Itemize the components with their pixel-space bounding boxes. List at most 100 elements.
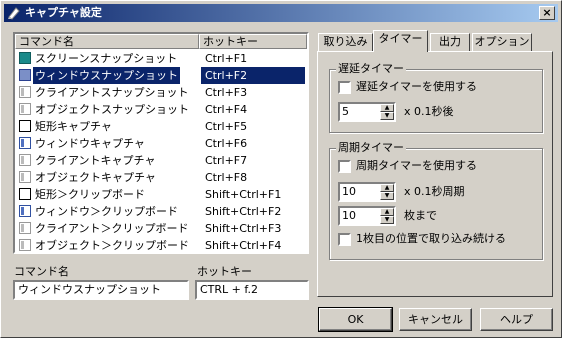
periodic-timer-checkbox-label: 周期タイマーを使用する xyxy=(356,159,477,172)
list-item-hotkey: Shift+Ctrl+F3 xyxy=(205,222,282,235)
spin-up-icon[interactable]: ▲ xyxy=(380,184,394,192)
spin-down-icon[interactable]: ▼ xyxy=(380,112,394,120)
delay-timer-group: 遅延タイマー 遅延タイマーを使用する 5 ▲ ▼ x 0.1秒後 xyxy=(329,62,543,133)
list-item-command-cell: ウィンドウ＞クリップボード xyxy=(17,203,199,220)
capture-settings-dialog: キャプチャ設定 × コマンド名 ホットキー スクリーンスナップショット Ctrl+… xyxy=(0,0,562,338)
close-icon: × xyxy=(542,6,552,19)
list-item[interactable]: クライアントスナップショット Ctrl+F3 xyxy=(15,84,307,101)
list-item-command-cell: ウィンドウスナップショット xyxy=(17,66,199,85)
hotkey-label: ホットキー xyxy=(197,265,252,278)
list-item-command-cell: ウィンドウキャプチャ xyxy=(17,135,199,152)
list-item[interactable]: 矩形＞クリップボード Shift+Ctrl+F1 xyxy=(15,186,307,203)
timer-panel: 遅延タイマー 遅延タイマーを使用する 5 ▲ ▼ x 0.1秒後 周期タイマー … xyxy=(317,51,553,297)
list-item[interactable]: オブジェクトキャプチャ Ctrl+F8 xyxy=(15,169,307,186)
list-item-command-cell: クライアント＞クリップボード xyxy=(17,220,199,237)
command-list[interactable]: コマンド名 ホットキー スクリーンスナップショット Ctrl+F1 ウィンドウスナッ… xyxy=(13,32,309,254)
count-value-spinner[interactable]: 10 ▲ ▼ xyxy=(338,206,396,226)
delay-timer-checkbox[interactable] xyxy=(338,81,351,94)
list-item[interactable]: ウィンドウスナップショット Ctrl+F2 xyxy=(15,66,307,85)
delay-unit-label: x 0.1秒後 xyxy=(404,105,454,118)
list-item-hotkey-cell: Shift+Ctrl+F1 xyxy=(201,186,305,203)
spin-up-icon[interactable]: ▲ xyxy=(380,104,394,112)
list-item-hotkey-cell: Ctrl+F8 xyxy=(201,169,305,186)
delay-timer-title: 遅延タイマー xyxy=(336,62,406,76)
list-item-hotkey: Shift+Ctrl+F2 xyxy=(205,205,282,218)
close-button[interactable]: × xyxy=(539,6,555,20)
period-value: 10 xyxy=(342,185,356,198)
list-item-command-name: 矩形キャプチャ xyxy=(35,120,112,133)
spin-down-icon[interactable]: ▼ xyxy=(380,216,394,224)
list-item[interactable]: ウィンドウ＞クリップボード Shift+Ctrl+F2 xyxy=(15,203,307,220)
tab-options[interactable]: オプション xyxy=(472,33,532,51)
screen-icon xyxy=(19,52,31,64)
tab-output[interactable]: 出力 xyxy=(430,33,470,51)
list-item[interactable]: オブジェクトスナップショット Ctrl+F4 xyxy=(15,101,307,118)
list-item-command-cell: クライアントキャプチャ xyxy=(17,152,199,169)
list-item-hotkey: Ctrl+F2 xyxy=(205,69,248,82)
list-item-hotkey: Shift+Ctrl+F1 xyxy=(205,188,282,201)
list-item-hotkey-cell: Shift+Ctrl+F2 xyxy=(201,203,305,220)
list-item-hotkey-cell: Ctrl+F1 xyxy=(201,50,305,67)
rect-icon xyxy=(19,120,31,132)
column-header-hotkey[interactable]: ホットキー xyxy=(199,34,307,49)
count-value: 10 xyxy=(342,209,356,222)
list-item-hotkey: Ctrl+F8 xyxy=(205,171,248,184)
delay-timer-checkbox-label: 遅延タイマーを使用する xyxy=(356,80,477,93)
list-item-command-name: ウィンドウキャプチャ xyxy=(35,137,145,150)
list-item-command-cell: 矩形キャプチャ xyxy=(17,118,199,135)
tab-timer[interactable]: タイマー xyxy=(373,30,428,52)
client-icon xyxy=(19,86,31,98)
same-position-checkbox-label: 1枚目の位置で取り込み続ける xyxy=(356,232,506,245)
count-unit-label: 枚まで xyxy=(404,209,437,222)
column-header-command[interactable]: コマンド名 xyxy=(15,34,199,49)
command-name-label: コマンド名 xyxy=(14,265,69,278)
period-value-spinner[interactable]: 10 ▲ ▼ xyxy=(338,182,396,202)
list-item-command-name: オブジェクト＞クリップボード xyxy=(35,239,189,252)
list-item-hotkey-cell: Ctrl+F3 xyxy=(201,84,305,101)
window-title: キャプチャ設定 xyxy=(25,6,102,19)
delay-value: 5 xyxy=(342,105,349,118)
list-item[interactable]: オブジェクト＞クリップボード Shift+Ctrl+F4 xyxy=(15,237,307,252)
client-icon xyxy=(19,222,31,234)
delay-value-spinner[interactable]: 5 ▲ ▼ xyxy=(338,102,396,122)
list-item-command-name: クライアントスナップショット xyxy=(35,86,189,99)
list-item[interactable]: スクリーンスナップショット Ctrl+F1 xyxy=(15,50,307,67)
list-item-command-cell: スクリーンスナップショット xyxy=(17,50,199,67)
list-item-hotkey-cell: Ctrl+F2 xyxy=(201,67,305,84)
list-item[interactable]: 矩形キャプチャ Ctrl+F5 xyxy=(15,118,307,135)
list-item-command-name: クライアントキャプチャ xyxy=(35,154,156,167)
ok-button[interactable]: OK xyxy=(318,307,393,332)
list-item[interactable]: クライアント＞クリップボード Shift+Ctrl+F3 xyxy=(15,220,307,237)
spin-up-icon[interactable]: ▲ xyxy=(380,208,394,216)
spin-down-icon[interactable]: ▼ xyxy=(380,192,394,200)
period-unit-label: x 0.1秒周期 xyxy=(404,185,465,198)
list-item-hotkey: Ctrl+F3 xyxy=(205,86,248,99)
list-item-hotkey-cell: Ctrl+F5 xyxy=(201,118,305,135)
periodic-timer-checkbox[interactable] xyxy=(338,160,351,173)
client-icon xyxy=(19,154,31,166)
list-item-command-name: オブジェクトキャプチャ xyxy=(35,171,156,184)
list-item-hotkey-cell: Ctrl+F6 xyxy=(201,135,305,152)
list-item[interactable]: クライアントキャプチャ Ctrl+F7 xyxy=(15,152,307,169)
list-item-hotkey: Shift+Ctrl+F4 xyxy=(205,239,282,252)
object-icon xyxy=(19,239,31,251)
list-item-hotkey: Ctrl+F5 xyxy=(205,120,248,133)
help-button[interactable]: ヘルプ xyxy=(480,308,553,331)
list-item-command-cell: 矩形＞クリップボード xyxy=(17,186,199,203)
list-item-hotkey: Ctrl+F6 xyxy=(205,137,248,150)
list-item-hotkey-cell: Ctrl+F4 xyxy=(201,101,305,118)
hotkey-field[interactable]: CTRL + f.2 xyxy=(195,280,309,300)
object-icon xyxy=(19,103,31,115)
same-position-checkbox[interactable] xyxy=(338,233,351,246)
tab-capture[interactable]: 取り込み xyxy=(318,33,373,51)
list-item-hotkey-cell: Shift+Ctrl+F3 xyxy=(201,220,305,237)
list-item-command-name: オブジェクトスナップショット xyxy=(35,103,189,116)
list-item[interactable]: ウィンドウキャプチャ Ctrl+F6 xyxy=(15,135,307,152)
command-name-field[interactable]: ウィンドウスナップショット xyxy=(13,280,189,300)
list-item-command-cell: オブジェクトキャプチャ xyxy=(17,169,199,186)
cancel-button[interactable]: キャンセル xyxy=(399,308,472,331)
list-item-command-cell: クライアントスナップショット xyxy=(17,84,199,101)
list-item-hotkey-cell: Shift+Ctrl+F4 xyxy=(201,237,305,252)
periodic-timer-group: 周期タイマー 周期タイマーを使用する 10 ▲ ▼ x 0.1秒周期 10 ▲ … xyxy=(329,141,543,260)
title-bar[interactable]: キャプチャ設定 × xyxy=(4,4,558,22)
